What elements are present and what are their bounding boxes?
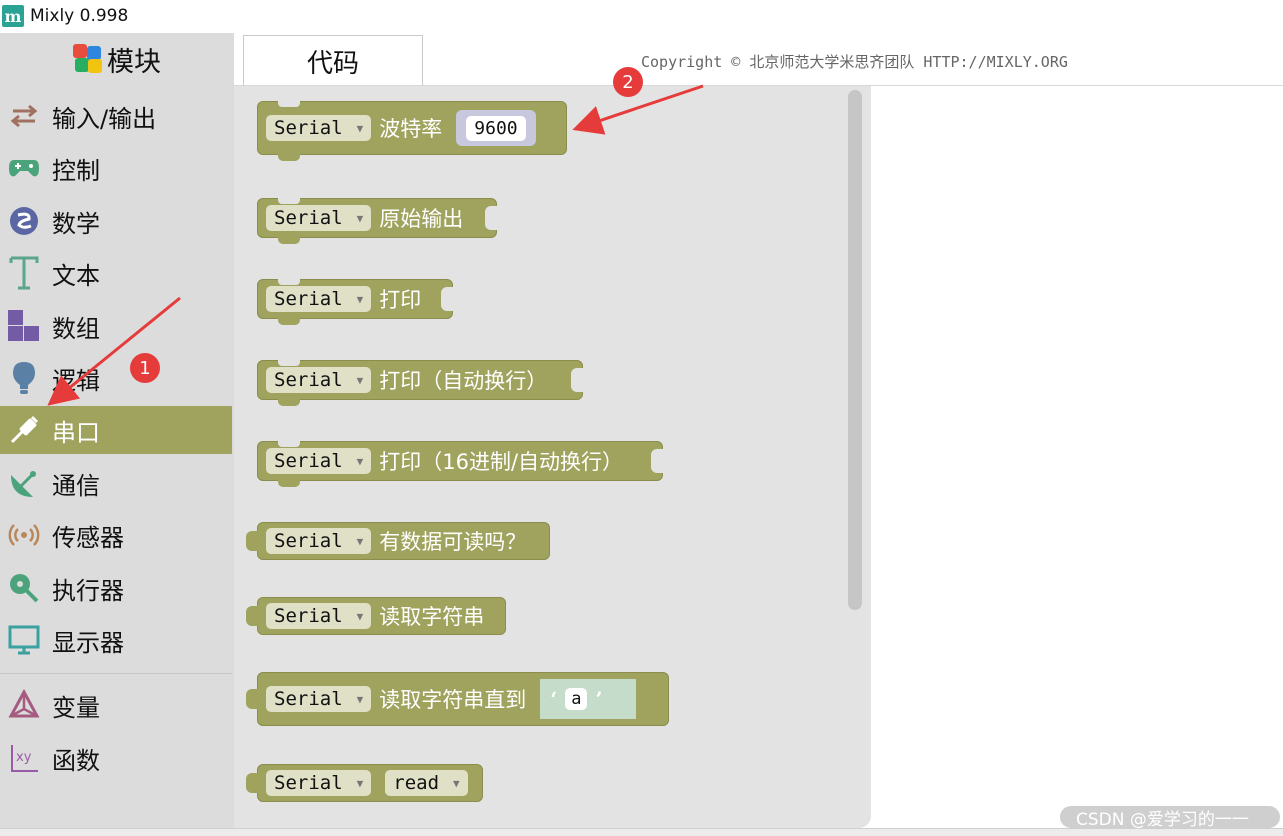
sidebar-item-label: 传感器 bbox=[52, 523, 124, 552]
sidebar-item-display[interactable]: 显示器 bbox=[0, 616, 232, 664]
block-label: 打印 bbox=[379, 288, 422, 312]
read-mode-dropdown[interactable]: read ▼ bbox=[385, 770, 468, 796]
sidebar-title: 模块 bbox=[107, 46, 161, 78]
window-title: Mixly 0.998 bbox=[30, 6, 129, 26]
block-serial-baud[interactable]: Serial ▼ 波特率 9600 bbox=[257, 101, 567, 161]
block-serial-print[interactable]: Serial ▼ 打印 bbox=[257, 279, 453, 325]
quote-close-icon: ’ bbox=[595, 687, 603, 711]
dropdown-arrow-icon: ▼ bbox=[356, 121, 364, 135]
block-label: 有数据可读吗？ bbox=[379, 530, 527, 554]
title-bar: m Mixly 0.998 bbox=[0, 0, 1283, 32]
mixly-logo-icon: m bbox=[2, 5, 24, 27]
delimiter-string-input[interactable]: ‘ a ’ bbox=[540, 679, 637, 719]
dropdown-arrow-icon: ▼ bbox=[356, 609, 364, 623]
sidebar-item-actuator[interactable]: 执行器 bbox=[0, 564, 232, 612]
sidebar-item-label: 控制 bbox=[52, 156, 100, 185]
sidebar-item-label: 数学 bbox=[52, 209, 100, 238]
baud-rate-input[interactable]: 9600 bbox=[456, 110, 536, 146]
bottom-bar bbox=[0, 828, 1283, 836]
dropdown-arrow-icon: ▼ bbox=[356, 534, 364, 548]
sidebar-divider bbox=[0, 673, 232, 674]
sidebar-item-text[interactable]: 文本 bbox=[0, 249, 232, 297]
function-xy-icon: xy bbox=[6, 740, 42, 776]
dropdown-arrow-icon: ▼ bbox=[356, 373, 364, 387]
block-serial-print-hex[interactable]: Serial ▼ 打印（16进制/自动换行） bbox=[257, 441, 663, 487]
block-serial-raw-output[interactable]: Serial ▼ 原始输出 bbox=[257, 198, 497, 244]
satellite-icon bbox=[6, 465, 42, 501]
arrows-io-icon bbox=[6, 98, 42, 134]
block-serial-println[interactable]: Serial ▼ 打印（自动换行） bbox=[257, 360, 583, 406]
sidebar-item-variable[interactable]: 变量 bbox=[0, 681, 232, 729]
dropdown-arrow-icon: ▼ bbox=[356, 454, 364, 468]
sidebar-item-label: 输入/输出 bbox=[52, 104, 157, 133]
callout-badge-1: 1 bbox=[130, 353, 160, 383]
block-label: 读取字符串直到 bbox=[379, 688, 527, 712]
sidebar-item-logic[interactable]: 逻辑 bbox=[0, 354, 232, 402]
sidebar-item-label: 显示器 bbox=[52, 628, 124, 657]
category-sidebar: 模块 输入/输出 控制 数学 文本 数组 逻辑 串口 通信 传感器 执行器 显示… bbox=[0, 33, 234, 828]
sigma-icon bbox=[6, 203, 42, 239]
dropdown-arrow-icon: ▼ bbox=[356, 211, 364, 225]
usb-plug-icon bbox=[6, 412, 42, 448]
sidebar-item-sensor[interactable]: 传感器 bbox=[0, 511, 232, 559]
sensor-icon bbox=[6, 517, 42, 553]
watermark: CSDN @爱学习的一一 bbox=[1060, 806, 1280, 828]
block-serial-available[interactable]: Serial ▼ 有数据可读吗？ bbox=[246, 522, 550, 560]
sidebar-item-communication[interactable]: 通信 bbox=[0, 459, 232, 507]
dropdown-arrow-icon: ▼ bbox=[356, 776, 364, 790]
bulb-icon bbox=[6, 360, 42, 396]
sidebar-item-io[interactable]: 输入/输出 bbox=[0, 92, 232, 140]
sidebar-item-label: 执行器 bbox=[52, 576, 124, 605]
dropdown-arrow-icon: ▼ bbox=[356, 292, 364, 306]
block-label: 打印（16进制/自动换行） bbox=[379, 450, 624, 474]
variable-icon bbox=[6, 687, 42, 723]
sidebar-item-math[interactable]: 数学 bbox=[0, 197, 232, 245]
sidebar-item-label: 数组 bbox=[52, 314, 100, 343]
sidebar-item-label: 逻辑 bbox=[52, 366, 100, 395]
gamepad-icon bbox=[6, 150, 42, 186]
sidebar-item-label: 文本 bbox=[52, 261, 100, 290]
serial-dropdown[interactable]: Serial ▼ bbox=[266, 367, 372, 393]
text-t-icon bbox=[6, 255, 42, 291]
sidebar-item-label: 通信 bbox=[52, 471, 100, 500]
sidebar-header: 模块 bbox=[0, 33, 234, 85]
serial-dropdown[interactable]: Serial ▼ bbox=[266, 686, 372, 712]
svg-text:xy: xy bbox=[16, 750, 32, 765]
actuator-icon bbox=[6, 570, 42, 606]
tab-code[interactable]: 代码 bbox=[243, 35, 423, 86]
block-label: 波特率 bbox=[379, 117, 443, 141]
puzzle-icon bbox=[73, 44, 103, 74]
sidebar-item-label: 串口 bbox=[52, 418, 100, 447]
monitor-icon bbox=[6, 622, 42, 658]
copyright-text: Copyright © 北京师范大学米思齐团队 HTTP://MIXLY.ORG bbox=[641, 53, 1068, 71]
flyout-scrollbar[interactable] bbox=[848, 90, 862, 610]
dropdown-arrow-icon: ▼ bbox=[356, 692, 364, 706]
sidebar-item-serial[interactable]: 串口 bbox=[0, 406, 232, 454]
blocks-icon bbox=[6, 308, 42, 344]
sidebar-item-control[interactable]: 控制 bbox=[0, 144, 232, 192]
block-serial-read-string[interactable]: Serial ▼ 读取字符串 bbox=[246, 597, 506, 635]
block-label: 原始输出 bbox=[379, 207, 464, 231]
quote-open-icon: ‘ bbox=[550, 687, 558, 711]
sidebar-item-label: 变量 bbox=[52, 693, 100, 722]
sidebar-item-function[interactable]: xy 函数 bbox=[0, 734, 232, 782]
block-serial-read[interactable]: Serial ▼ read ▼ bbox=[246, 764, 483, 802]
block-label: 读取字符串 bbox=[379, 605, 485, 629]
callout-badge-2: 2 bbox=[613, 67, 643, 97]
sidebar-item-array[interactable]: 数组 bbox=[0, 302, 232, 350]
serial-dropdown[interactable]: Serial ▼ bbox=[266, 115, 372, 141]
dropdown-arrow-icon: ▼ bbox=[453, 776, 460, 790]
serial-dropdown[interactable]: Serial ▼ bbox=[266, 528, 372, 554]
sidebar-item-label: 函数 bbox=[52, 746, 100, 775]
baud-rate-value[interactable]: 9600 bbox=[466, 115, 526, 141]
serial-dropdown[interactable]: Serial ▼ bbox=[266, 286, 372, 312]
block-label: 打印（自动换行） bbox=[379, 369, 548, 393]
serial-dropdown[interactable]: Serial ▼ bbox=[266, 603, 372, 629]
serial-dropdown[interactable]: Serial ▼ bbox=[266, 770, 372, 796]
block-serial-read-until[interactable]: Serial ▼ 读取字符串直到 ‘ a ’ bbox=[246, 672, 669, 726]
delimiter-value[interactable]: a bbox=[565, 688, 588, 710]
serial-dropdown[interactable]: Serial ▼ bbox=[266, 205, 372, 231]
serial-dropdown[interactable]: Serial ▼ bbox=[266, 448, 372, 474]
